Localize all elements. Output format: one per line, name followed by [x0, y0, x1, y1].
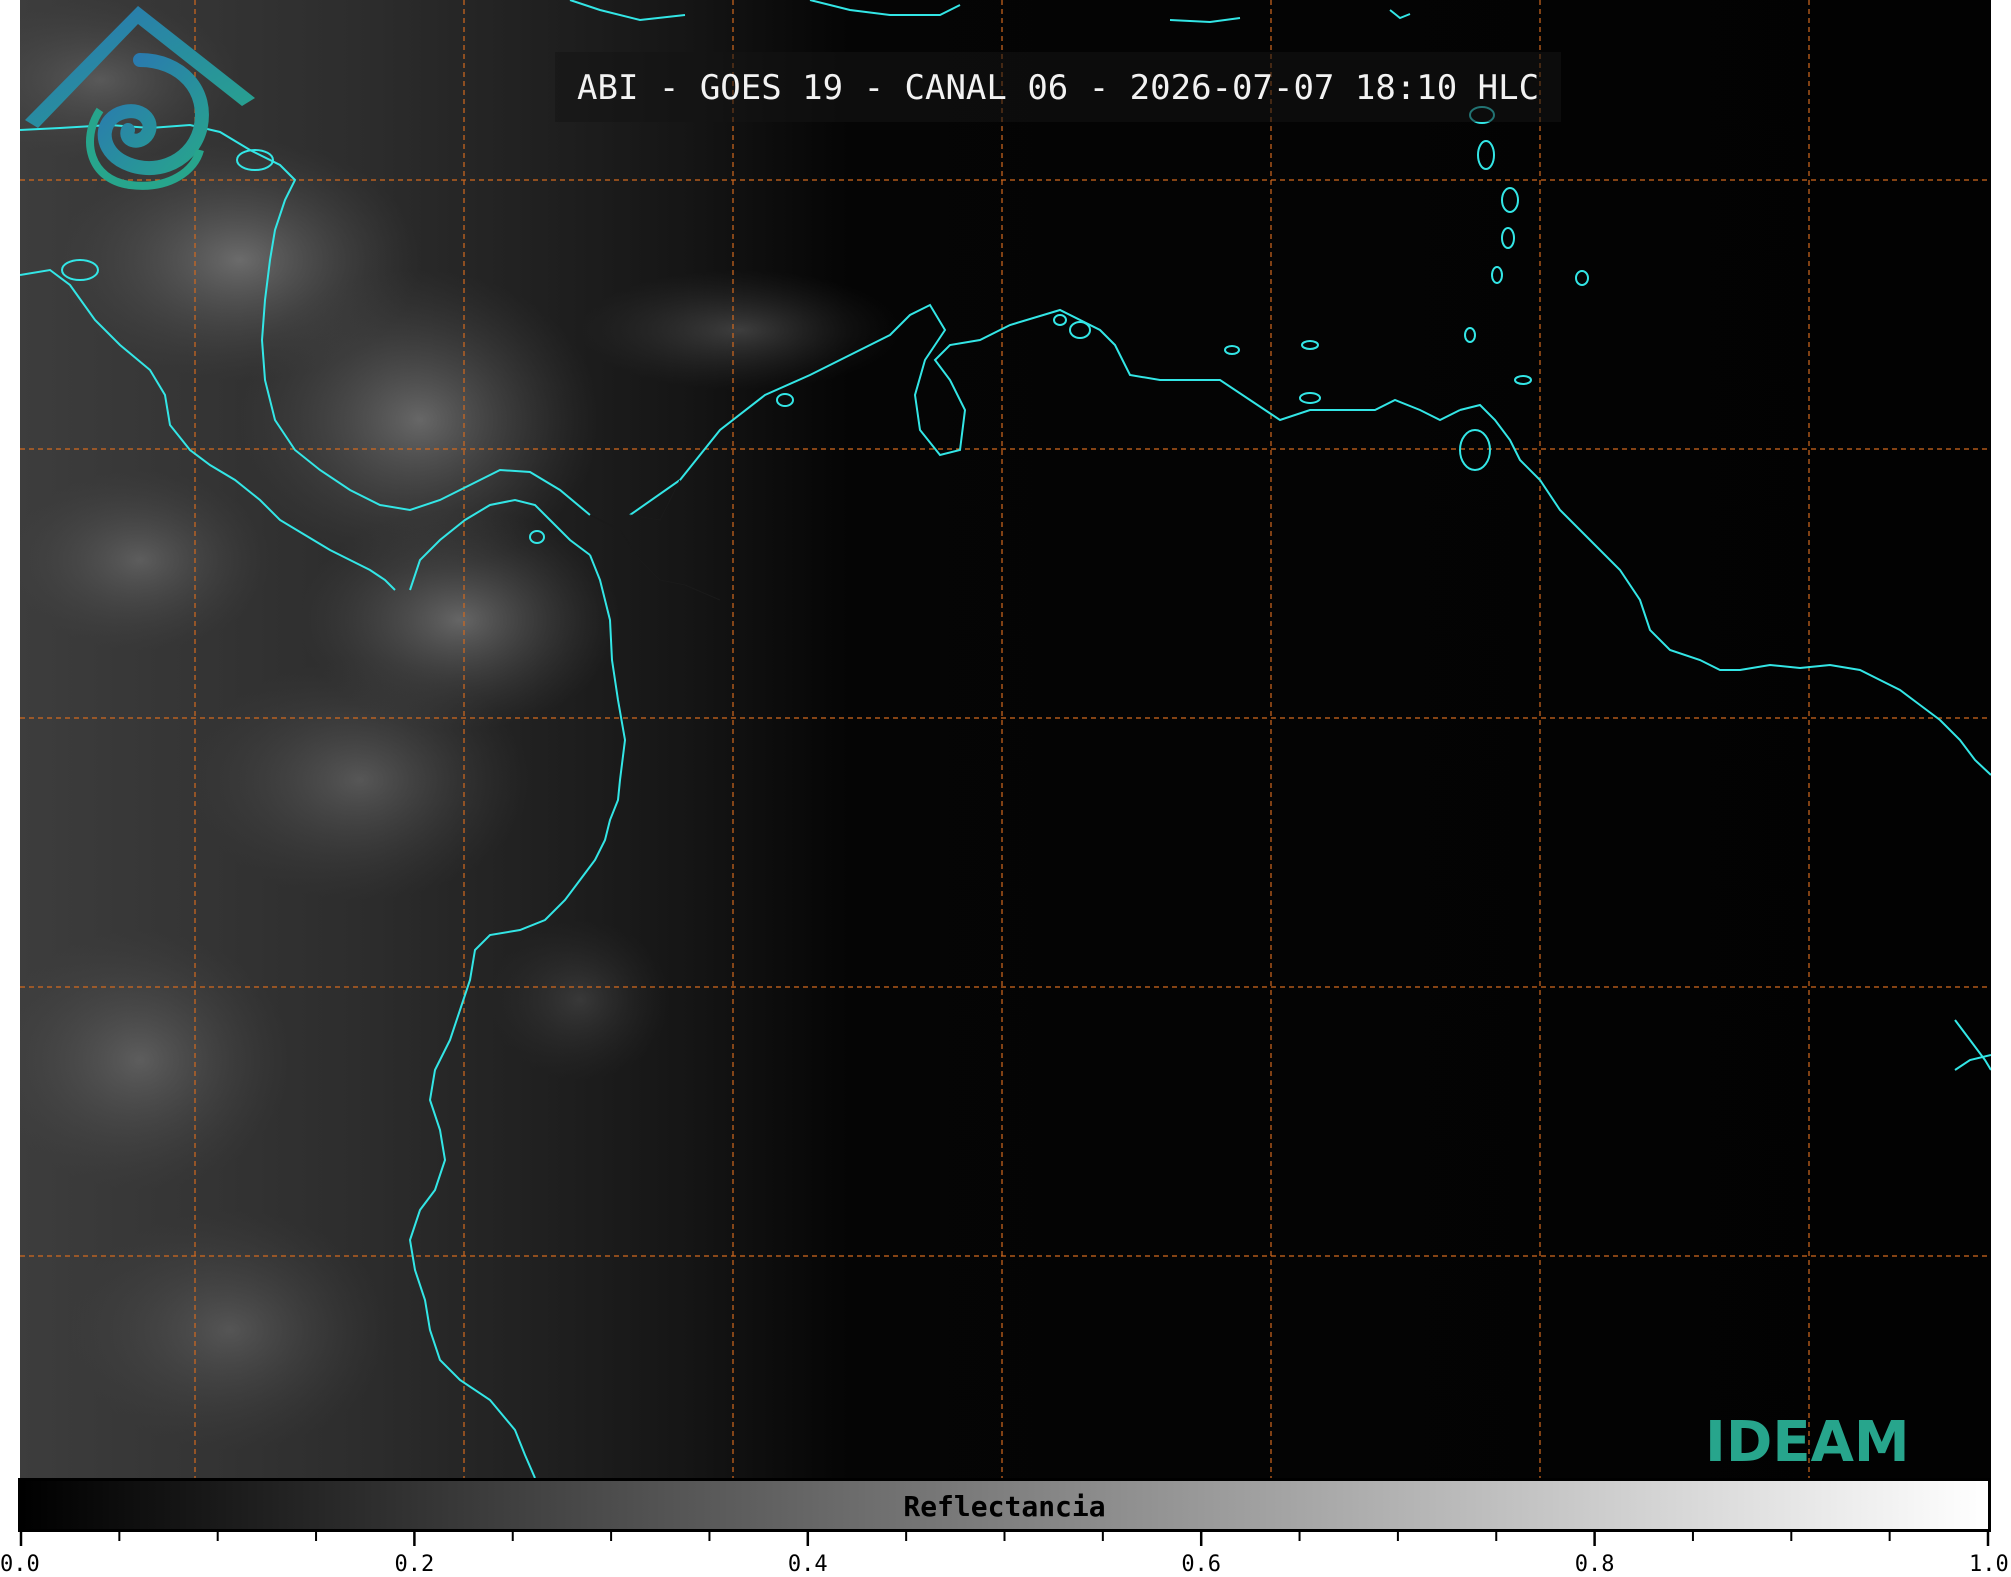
colorbar-tick-label: 0.4	[787, 1552, 828, 1577]
ideam-logo-text: IDEAM	[1705, 1410, 1910, 1475]
satellite-map: ABI - GOES 19 - CANAL 06 - 2026-07-07 18…	[20, 0, 1991, 1478]
colorbar-tick-label: 0.8	[1574, 1552, 1615, 1577]
colorbar-tick-label: 1.0	[1969, 1552, 2009, 1577]
colorbar-ticks	[19, 1532, 1990, 1546]
colorbar-tick-label: 0.0	[0, 1552, 40, 1577]
map-title: ABI - GOES 19 - CANAL 06 - 2026-07-07 18…	[555, 52, 1562, 122]
map-canvas	[20, 0, 1991, 1478]
colorbar-tick-label: 0.2	[394, 1552, 435, 1577]
colorbar-label: Reflectancia	[903, 1490, 1106, 1523]
ideam-logo-icon	[25, 6, 255, 190]
reflectance-colorbar: Reflectancia	[18, 1478, 1991, 1532]
colorbar-tick-label: 0.6	[1181, 1552, 1222, 1577]
